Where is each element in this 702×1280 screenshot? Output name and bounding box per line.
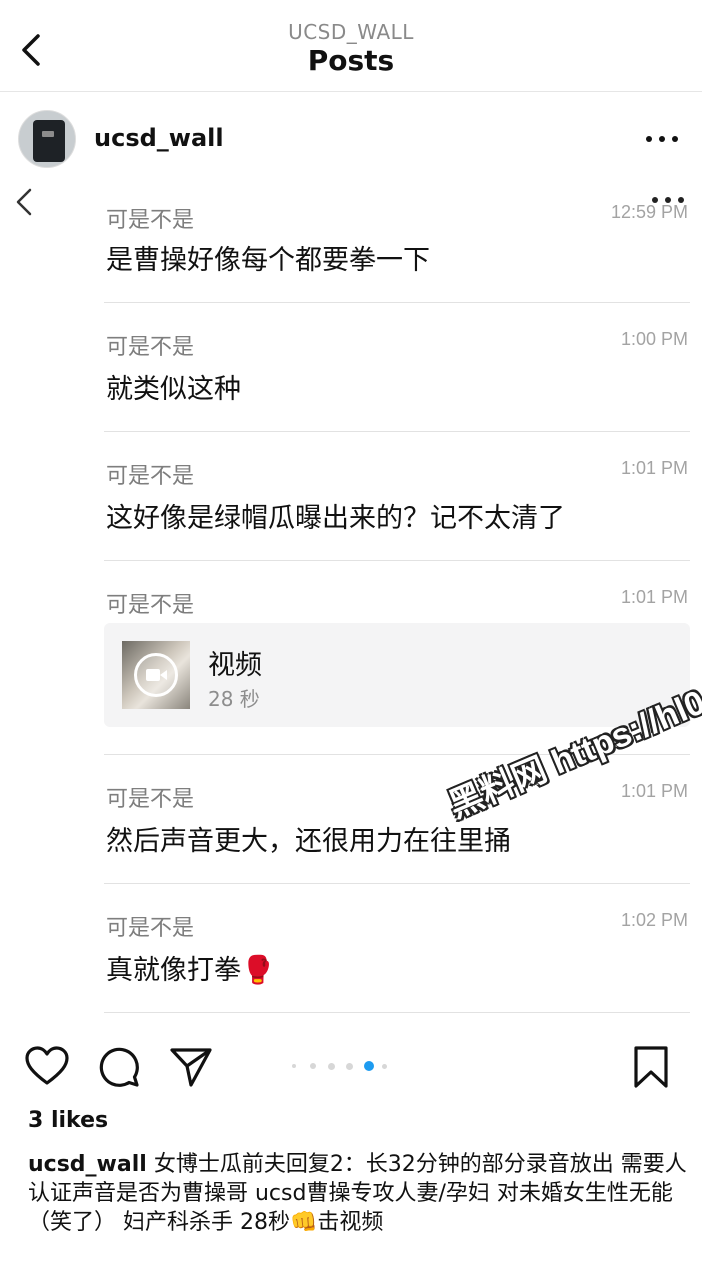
message-time: 1:01 PM bbox=[620, 458, 688, 478]
message-text: 真就像打拳🥊 bbox=[106, 955, 275, 986]
like-button[interactable] bbox=[24, 1044, 70, 1090]
video-thumbnail bbox=[122, 641, 190, 709]
message-sender: 可是不是 bbox=[106, 593, 195, 618]
message-time: 1:01 PM bbox=[620, 587, 688, 607]
post-options-button[interactable] bbox=[642, 128, 682, 150]
video-attachment: 视频 28 秒 bbox=[104, 623, 690, 727]
chat-message: 可是不是 12:59 PM 是曹操好像每个都要拳一下 bbox=[104, 188, 690, 303]
post-header: ucsd_wall bbox=[0, 92, 702, 188]
caption-username[interactable]: ucsd_wall bbox=[28, 1152, 147, 1177]
message-time: 12:59 PM bbox=[610, 202, 688, 222]
message-sender: 可是不是 bbox=[106, 916, 195, 941]
post-image[interactable]: 可是不是 12:59 PM 是曹操好像每个都要拳一下 可是不是 1:00 PM … bbox=[0, 188, 702, 1020]
message-time: 1:01 PM bbox=[620, 781, 688, 801]
top-nav-bar: UCSD_WALL Posts bbox=[0, 0, 702, 92]
carousel-dot bbox=[346, 1062, 353, 1070]
heart-icon bbox=[25, 1046, 69, 1085]
video-camera-icon bbox=[134, 653, 178, 697]
carousel-indicator bbox=[292, 1060, 392, 1072]
video-title: 视频 bbox=[208, 650, 262, 681]
message-text: 是曹操好像每个都要拳一下 bbox=[106, 245, 430, 276]
message-text: 就类似这种 bbox=[106, 374, 241, 405]
message-time: 1:02 PM bbox=[620, 910, 688, 930]
carousel-dot bbox=[292, 1064, 296, 1068]
screenshot-back-icon bbox=[10, 188, 40, 222]
bookmark-icon bbox=[634, 1046, 668, 1088]
page-title: Posts bbox=[307, 44, 395, 77]
carousel-dot bbox=[382, 1063, 387, 1069]
carousel-dot bbox=[364, 1061, 374, 1071]
avatar-image bbox=[33, 120, 65, 162]
message-sender: 可是不是 bbox=[106, 208, 195, 233]
chat-message: 可是不是 1:01 PM 这好像是绿帽瓜曝出来的？记不太清了 bbox=[104, 432, 690, 561]
message-sender: 可是不是 bbox=[106, 464, 195, 489]
message-text: 这好像是绿帽瓜曝出来的？记不太清了 bbox=[106, 503, 565, 534]
video-duration: 28 秒 bbox=[208, 687, 260, 711]
likes-count[interactable]: 3 likes bbox=[28, 1108, 108, 1133]
share-button[interactable] bbox=[168, 1044, 214, 1090]
message-sender: 可是不是 bbox=[106, 335, 195, 360]
send-icon bbox=[170, 1048, 212, 1087]
more-horizontal-icon bbox=[646, 136, 678, 142]
account-name-header: UCSD_WALL bbox=[288, 20, 414, 44]
chat-message: 可是不是 1:02 PM 真就像打拳🥊 bbox=[104, 884, 690, 1013]
post-action-bar bbox=[0, 1030, 702, 1104]
chat-message: 可是不是 1:01 PM 然后声音更大，还很用力在往里捅 bbox=[104, 755, 690, 884]
comment-icon bbox=[99, 1047, 139, 1087]
post-username[interactable]: ucsd_wall bbox=[94, 124, 224, 152]
message-sender: 可是不是 bbox=[106, 787, 195, 812]
carousel-dot bbox=[328, 1062, 335, 1070]
post-caption: ucsd_wall 女博士瓜前夫回复2：长32分钟的部分录音放出 需要人认证声音… bbox=[28, 1150, 688, 1237]
message-text: 然后声音更大，还很用力在往里捅 bbox=[106, 826, 511, 857]
comment-button[interactable] bbox=[96, 1044, 142, 1090]
avatar[interactable] bbox=[18, 110, 76, 168]
chat-message: 可是不是 1:00 PM 就类似这种 bbox=[104, 303, 690, 432]
message-time: 1:00 PM bbox=[620, 329, 688, 349]
save-button[interactable] bbox=[628, 1044, 674, 1090]
carousel-dot bbox=[310, 1063, 316, 1069]
